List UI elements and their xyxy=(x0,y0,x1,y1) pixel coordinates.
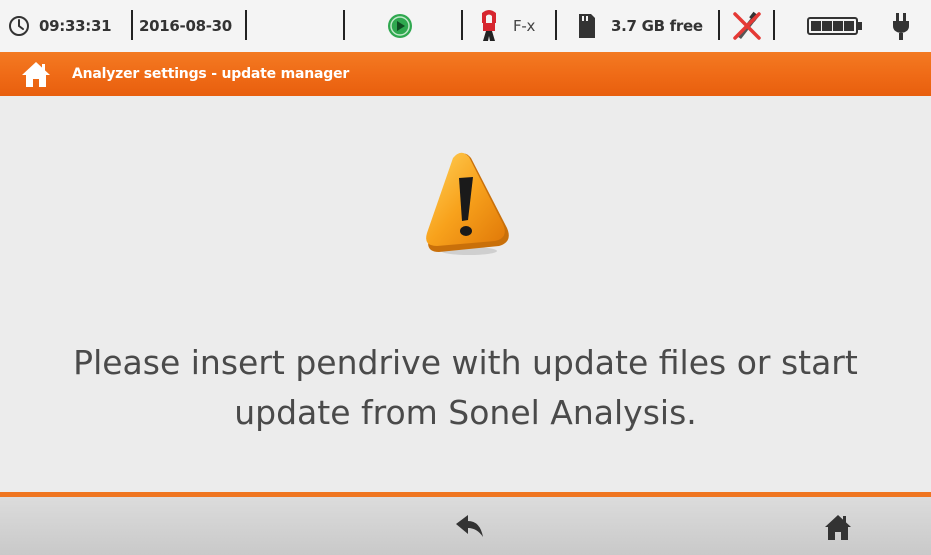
warning-icon xyxy=(415,148,515,258)
power-plug-icon xyxy=(890,0,912,52)
status-separator xyxy=(555,10,557,40)
status-separator xyxy=(245,10,247,40)
status-date: 2016-08-30 xyxy=(139,17,232,35)
status-separator xyxy=(343,10,345,40)
sd-card-icon xyxy=(576,0,598,52)
current-clamp-icon xyxy=(478,0,500,52)
title-bar: Analyzer settings - update manager xyxy=(0,52,931,96)
storage-free-label: 3.7 GB free xyxy=(611,17,703,35)
status-separator xyxy=(131,10,133,40)
status-time: 09:33:31 xyxy=(39,17,112,35)
update-message: Please insert pendrive with update files… xyxy=(40,338,891,438)
status-separator xyxy=(718,10,720,40)
page-title: Analyzer settings - update manager xyxy=(72,66,350,82)
status-bar: 09:33:31 2016-08-30 F-x 3.7 GB free xyxy=(0,0,931,52)
update-message-line-2: update from Sonel Analysis. xyxy=(234,393,697,432)
home-icon[interactable] xyxy=(18,58,54,90)
home-icon[interactable] xyxy=(815,509,861,545)
status-separator xyxy=(773,10,775,40)
update-message-line-1: Please insert pendrive with update files… xyxy=(73,343,858,382)
back-arrow-icon[interactable] xyxy=(446,509,492,545)
battery-icon xyxy=(807,0,865,52)
clock-icon xyxy=(8,0,30,52)
record-status-icon[interactable] xyxy=(386,0,414,52)
usb-disconnected-icon xyxy=(729,0,765,52)
status-separator xyxy=(461,10,463,40)
bottom-bar xyxy=(0,497,931,555)
clamp-type-label: F-x xyxy=(513,17,536,35)
main-content: Please insert pendrive with update files… xyxy=(0,96,931,492)
